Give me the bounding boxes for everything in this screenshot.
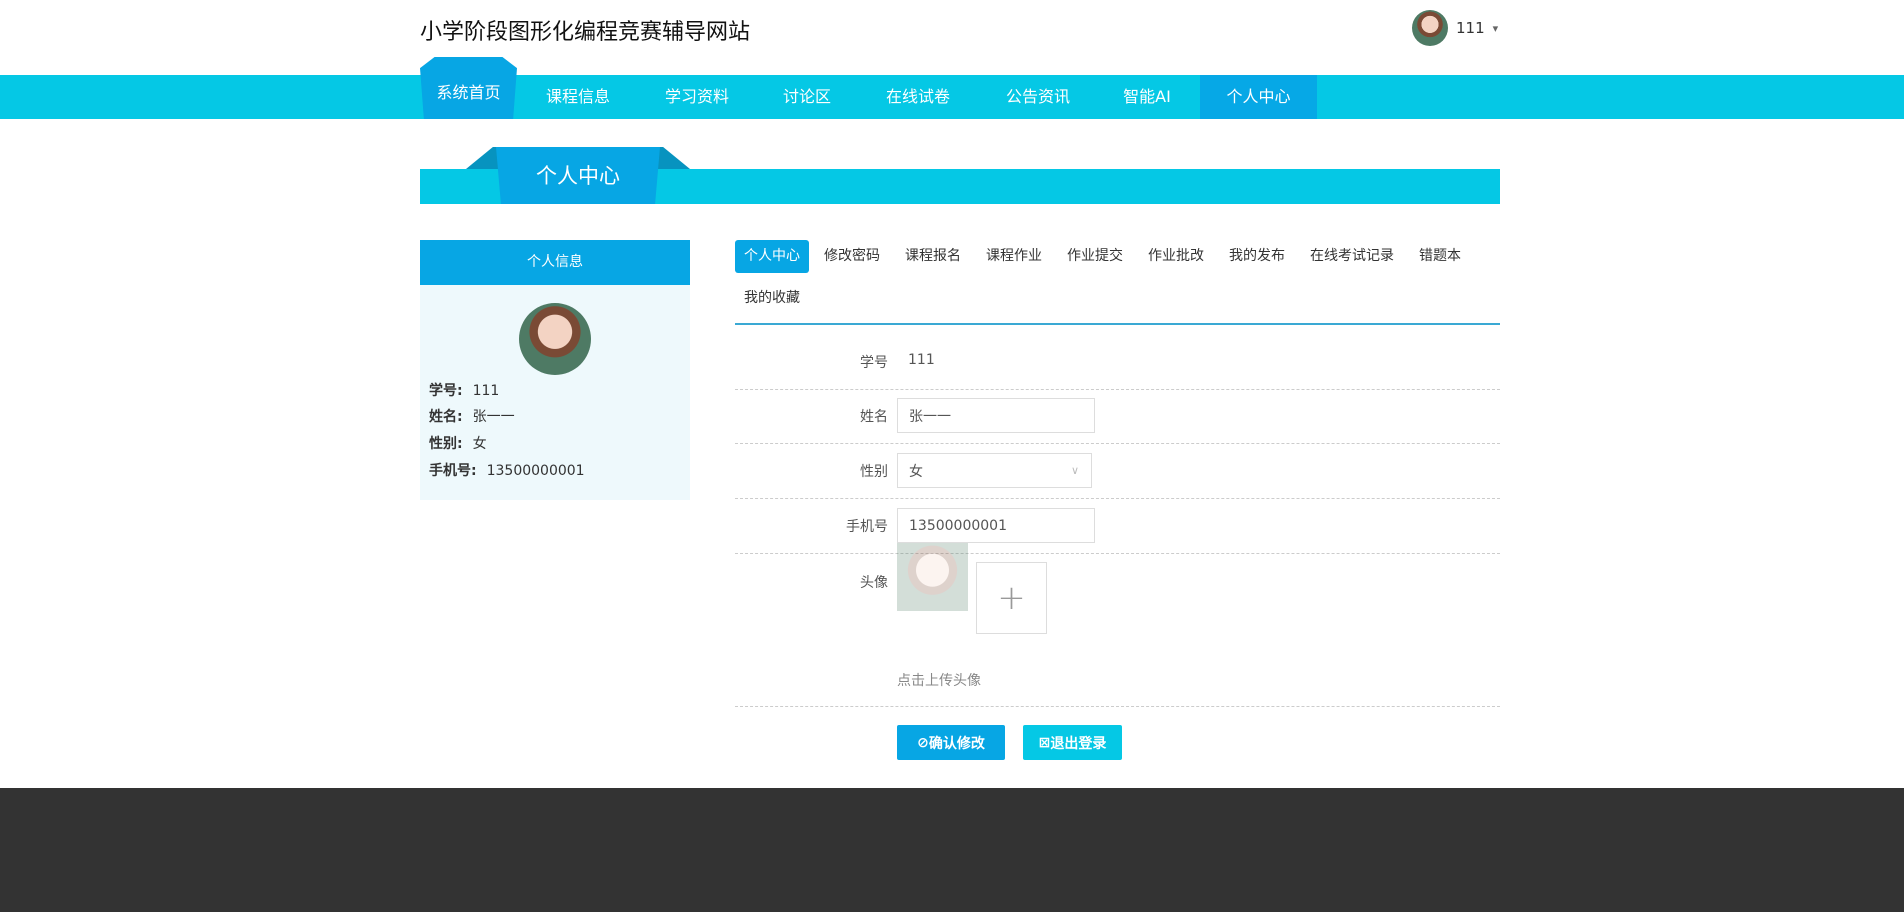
tab-personal-center[interactable]: 个人中心: [735, 240, 809, 273]
tab-wrong-questions[interactable]: 错题本: [1410, 240, 1470, 273]
avatar-preview: [897, 543, 968, 611]
tab-divider: [735, 323, 1500, 325]
user-menu[interactable]: 111 ▾: [1412, 10, 1498, 46]
footer: [0, 788, 1904, 912]
check-circle-icon: ⊘: [917, 734, 929, 751]
gender-select[interactable]: 女 ∨: [897, 453, 1092, 488]
banner-tab: 个人中心: [466, 147, 690, 204]
nav-personal-center[interactable]: 个人中心: [1200, 75, 1317, 119]
upload-button[interactable]: +: [976, 562, 1047, 634]
upload-hint: 点击上传头像: [897, 673, 981, 689]
phone-label: 手机号: [846, 519, 888, 535]
close-box-icon: ⊠: [1038, 734, 1051, 751]
profile-avatar: [519, 303, 591, 375]
nav-announcements[interactable]: 公告资讯: [983, 75, 1093, 119]
tab-change-password[interactable]: 修改密码: [815, 240, 889, 273]
nav-home[interactable]: 系统首页: [420, 57, 517, 119]
profile-panel: 个人信息 学号: 111 姓名: 张一一 性别: 女 手机号: 13500000001: [420, 240, 690, 500]
profile-row: 性别: 女: [429, 436, 487, 452]
name-label: 姓名: [860, 409, 888, 425]
nav-course-info[interactable]: 课程信息: [523, 75, 633, 119]
id-value: 111: [908, 352, 935, 368]
profile-row: 姓名: 张一一: [429, 409, 515, 425]
avatar-label: 头像: [860, 575, 888, 591]
nav-online-exam[interactable]: 在线试卷: [863, 75, 973, 119]
gender-label: 性别: [860, 464, 888, 480]
username: 111: [1456, 19, 1485, 37]
avatar: [1412, 10, 1448, 46]
tab-course-homework[interactable]: 课程作业: [977, 240, 1051, 273]
profile-heading: 个人信息: [420, 240, 690, 285]
tab-homework-submit[interactable]: 作业提交: [1058, 240, 1132, 273]
chevron-down-icon: ∨: [1070, 464, 1079, 477]
confirm-button[interactable]: ⊘ 确认修改: [897, 725, 1005, 760]
tab-my-posts[interactable]: 我的发布: [1220, 240, 1294, 273]
logout-button[interactable]: ⊠ 退出登录: [1023, 725, 1122, 760]
profile-row: 手机号: 13500000001: [429, 463, 585, 479]
phone-input[interactable]: 13500000001: [897, 508, 1095, 543]
nav-forum[interactable]: 讨论区: [752, 75, 862, 119]
profile-row: 学号: 111: [429, 383, 500, 399]
tab-exam-records[interactable]: 在线考试记录: [1301, 240, 1403, 273]
banner-title: 个人中心: [496, 147, 660, 204]
tab-homework-grading[interactable]: 作业批改: [1139, 240, 1213, 273]
caret-down-icon: ▾: [1492, 21, 1499, 35]
nav-ai[interactable]: 智能AI: [1092, 75, 1202, 119]
site-title: 小学阶段图形化编程竞赛辅导网站: [420, 20, 751, 45]
tab-favorites[interactable]: 我的收藏: [735, 282, 809, 315]
tab-course-signup[interactable]: 课程报名: [896, 240, 970, 273]
nav-materials[interactable]: 学习资料: [642, 75, 752, 119]
plus-icon: +: [997, 578, 1026, 618]
name-input[interactable]: 张一一: [897, 398, 1095, 433]
id-label: 学号: [860, 355, 888, 371]
